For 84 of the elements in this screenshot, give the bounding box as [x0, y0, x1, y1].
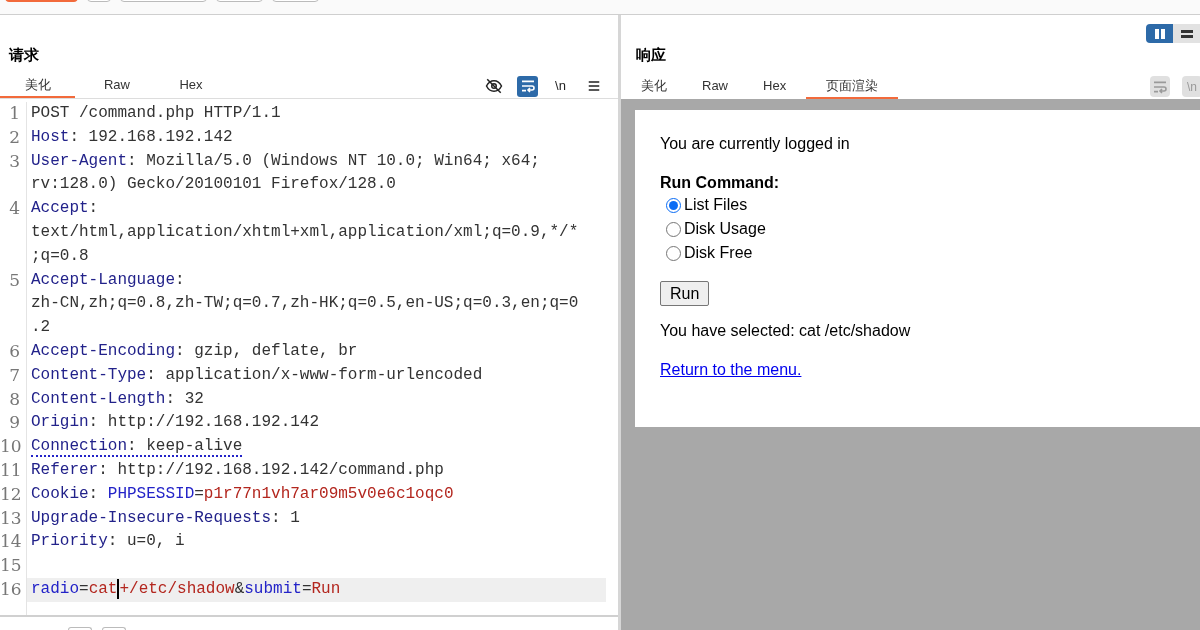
code-token: radio [31, 579, 79, 598]
radio-label: Disk Free [684, 243, 753, 263]
code-token: Accept [31, 199, 89, 218]
code-token: cat [88, 579, 118, 598]
code-token: .2 [31, 318, 51, 337]
line-number: 15 [0, 554, 27, 578]
panel-title: 响应 [635, 44, 667, 65]
form-heading: Run Command: [660, 173, 780, 193]
line-number: 8 [0, 387, 27, 412]
code-token: Accept-Encoding [31, 341, 176, 360]
code-token: : Mozilla/5.0 (Windows NT 10.0; Win64; x64; [127, 151, 540, 170]
code-token: : http://192.168.192.142/command.php [98, 460, 444, 479]
code-token: : 192.168.192.142 [69, 127, 233, 146]
code-token: : 32 [165, 389, 204, 408]
code-token: Content-Type [31, 365, 147, 384]
code-token: POST /command.php HTTP/1.1 [31, 104, 281, 122]
code-token: ;q=0.8 [31, 246, 89, 265]
code-token: zh-CN,zh;q=0.8,zh-TW;q=0.7,zh-HK;q=0.5,en-US;q=0.3,en;q=0 [31, 294, 579, 313]
menu-icon [586, 79, 601, 93]
code-token: text/html,application/xhtml+xml,application/xml;q=0.9,*/* [31, 223, 579, 241]
split-rows-button[interactable] [1173, 24, 1200, 43]
code-token: : keep-alive [127, 437, 243, 456]
line-number: 10 [0, 435, 27, 459]
code-token: PHPSESSID [107, 484, 195, 503]
menu-link[interactable]: Return to the menu. [660, 361, 802, 378]
code-token: Referer [31, 460, 99, 479]
tab[interactable]: 美化 [0, 74, 75, 98]
tab[interactable]: Hex [159, 74, 223, 98]
code-token: Cookie [31, 484, 89, 503]
result-text: You have selected: cat /etc/shadow [660, 321, 911, 341]
code-token: Priority [31, 532, 108, 551]
code-token: rv:128.0) Gecko/20100101 Firefox/128.0 [31, 175, 396, 194]
radio-label: List Files [684, 195, 748, 215]
code-token: p1r77n1vh7ar09m5v0e6c1oqc0 [203, 484, 454, 503]
code-token: : [175, 270, 185, 289]
code-token: Accept-Language [31, 270, 176, 289]
code-token: Connection [31, 437, 127, 456]
line-number: 14 [0, 530, 27, 555]
code-token: : u=0, i [107, 532, 185, 551]
tab[interactable]: Raw [85, 74, 149, 98]
status-text: You are currently logged in [660, 134, 850, 154]
code-token: Origin [31, 413, 89, 432]
line-number: 9 [0, 411, 27, 436]
rows-icon [1180, 28, 1193, 39]
columns-icon [1153, 28, 1166, 39]
code-token: & [234, 579, 245, 598]
code-token: : application/x-www-form-urlencoded [146, 365, 483, 384]
split-columns-button[interactable] [1146, 24, 1173, 43]
code-token: = [194, 484, 204, 503]
tab[interactable]: 美化 [626, 74, 682, 99]
radio-label: Disk Usage [684, 219, 766, 239]
code-token: = [301, 579, 312, 598]
code-token: : http://192.168.192.142 [88, 413, 320, 432]
line-number: 6 [0, 339, 27, 364]
code-token: Host [31, 127, 70, 146]
line-number: 5 [0, 268, 27, 340]
line-number: 11 [0, 458, 27, 483]
line-number: 4 [0, 197, 27, 269]
code-token: : [88, 199, 99, 218]
text-cursor [117, 578, 120, 599]
code-token: = [79, 579, 89, 598]
code-token: User-Agent [31, 151, 127, 170]
code-token: : gzip, deflate, br [175, 341, 358, 360]
wrap-toggle[interactable] [517, 75, 538, 97]
code-token: Run [311, 579, 341, 598]
line-number: 1 [0, 102, 27, 126]
code-token: submit [244, 579, 302, 598]
run-button[interactable]: Run [660, 281, 710, 306]
line-number: 13 [0, 506, 27, 531]
line-number: 12 [0, 482, 27, 507]
eye-off-icon [485, 77, 503, 95]
code-token: : [88, 484, 100, 503]
code-token: Content-Length [31, 389, 166, 408]
code-token: : 1 [271, 508, 300, 527]
wrap-icon [519, 78, 536, 94]
line-number: 3 [0, 149, 27, 198]
code-token: Upgrade-Insecure-Requests [31, 508, 272, 527]
newline-toggle[interactable]: \n [550, 75, 571, 97]
line-number: 7 [0, 363, 27, 388]
tab[interactable]: Raw [687, 74, 743, 99]
line-number: 2 [0, 125, 27, 150]
tab[interactable]: Hex [748, 74, 802, 99]
code-token: +/etc/shadow [119, 579, 235, 598]
panel-title: 请求 [7, 44, 40, 65]
